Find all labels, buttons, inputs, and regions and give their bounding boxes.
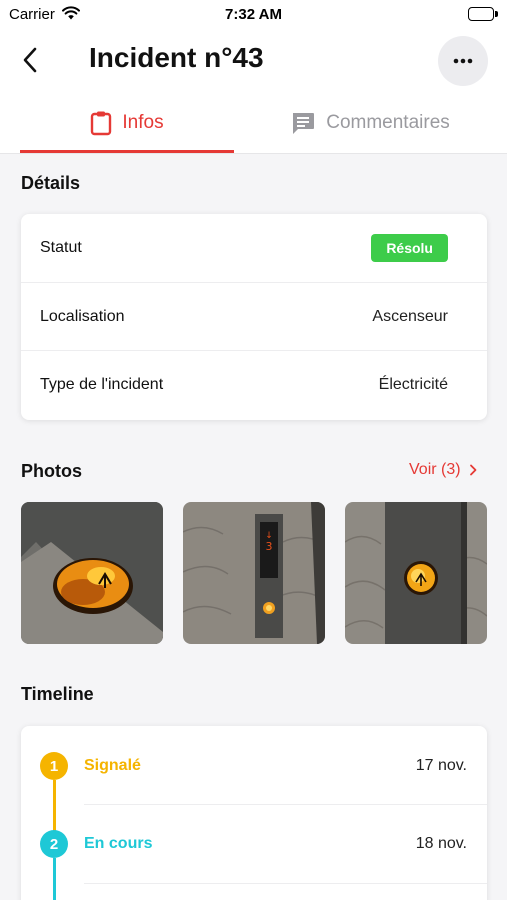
- detail-row-status: Statut Résolu: [21, 214, 487, 282]
- timeline-step-number: 1: [40, 752, 68, 780]
- chevron-right-icon: [469, 464, 476, 476]
- location-label: Localisation: [40, 307, 125, 325]
- timeline-step-date: 17 nov.: [415, 757, 467, 774]
- details-section-title: Détails: [21, 173, 81, 193]
- comment-icon: [293, 113, 315, 134]
- see-all-photos-link[interactable]: Voir (3): [409, 461, 477, 479]
- clock: 7:32 AM: [225, 6, 282, 23]
- photo-thumbnail-3[interactable]: [345, 502, 487, 644]
- tab-infos-label: Infos: [122, 112, 164, 133]
- tab-comments[interactable]: Commentaires: [254, 92, 486, 154]
- nav-header: Incident n°43: [0, 30, 507, 92]
- tab-comments-label: Commentaires: [326, 112, 450, 133]
- status-bar: Carrier 7:32 AM: [0, 0, 507, 30]
- see-all-photos-label: Voir (3): [409, 461, 461, 478]
- battery-icon: [468, 7, 498, 21]
- status-label: Statut: [40, 239, 82, 256]
- active-tab-indicator: [20, 150, 234, 153]
- timeline-card: 1 Signalé 17 nov. 2 En cours 18 nov.: [21, 726, 487, 900]
- timeline-section-title: Timeline: [21, 684, 94, 704]
- incident-type-value: Électricité: [378, 375, 448, 393]
- more-options-button[interactable]: [438, 36, 488, 86]
- photo-thumbnail-2[interactable]: ↓ 3: [183, 502, 325, 644]
- timeline-connector: [53, 858, 56, 900]
- back-button[interactable]: [14, 43, 46, 77]
- page-title: Incident n°43: [89, 42, 264, 73]
- svg-text:3: 3: [266, 540, 273, 553]
- timeline-connector: [53, 780, 56, 832]
- timeline-step-label: Signalé: [84, 757, 141, 774]
- detail-row-type: Type de l'incident Électricité: [21, 350, 487, 418]
- timeline-divider: [84, 804, 487, 805]
- more-dots-icon: [453, 58, 473, 64]
- tab-infos[interactable]: Infos: [20, 92, 234, 154]
- timeline-step-date: 18 nov.: [415, 835, 467, 852]
- location-value: Ascenseur: [372, 307, 448, 325]
- timeline-step-label: En cours: [84, 835, 153, 852]
- photos-section-title: Photos: [21, 461, 82, 481]
- timeline-divider: [84, 883, 487, 884]
- incident-type-label: Type de l'incident: [40, 375, 164, 393]
- detail-row-location: Localisation Ascenseur: [21, 282, 487, 350]
- clipboard-icon: [91, 111, 112, 136]
- status-badge: Résolu: [371, 234, 448, 262]
- tab-bar: Infos Commentaires: [0, 92, 507, 154]
- photo-thumbnail-1[interactable]: [21, 502, 163, 644]
- timeline-step-number: 2: [40, 830, 68, 858]
- back-chevron-icon: [23, 47, 37, 73]
- details-card: Statut Résolu Localisation Ascenseur Typ…: [21, 214, 487, 420]
